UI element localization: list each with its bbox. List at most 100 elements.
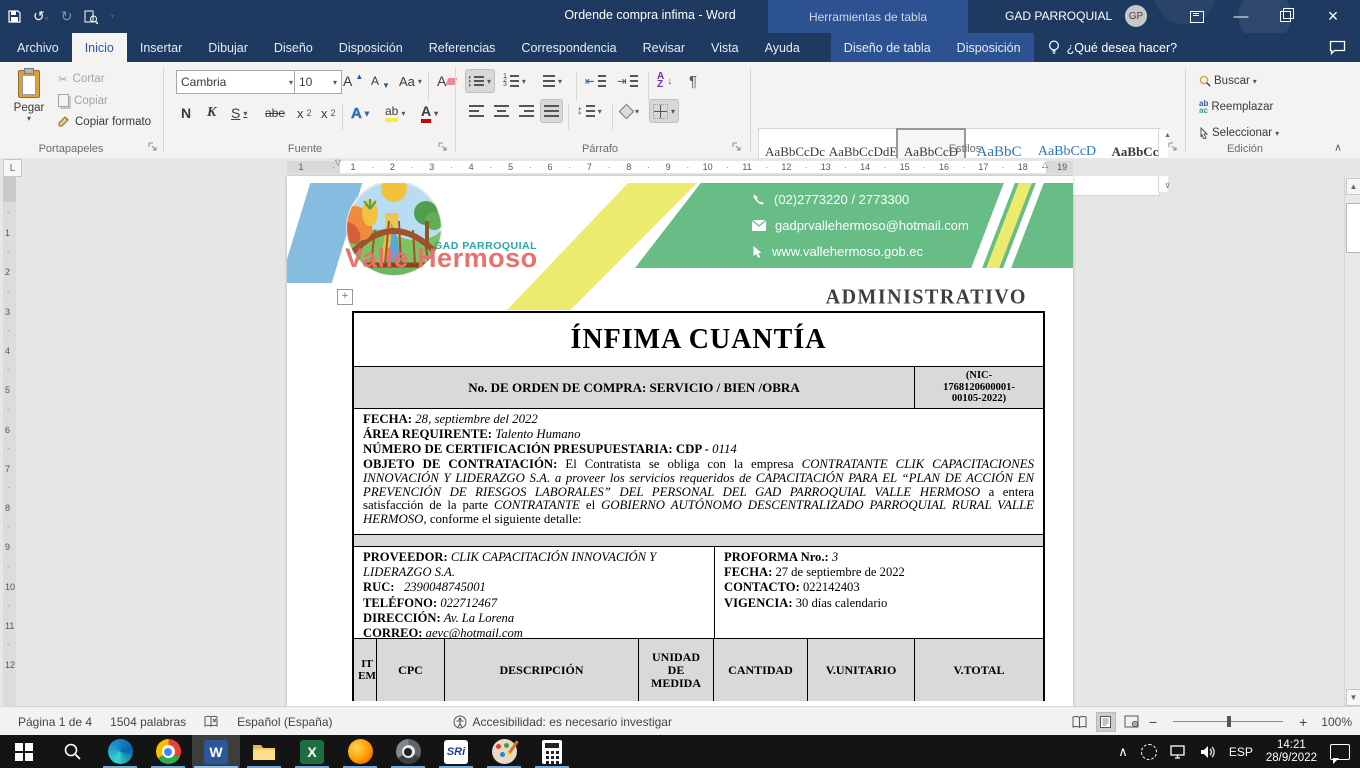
taskbar-sri-icon[interactable]: SRi [432, 735, 480, 768]
tab-insertar[interactable]: Insertar [127, 33, 195, 62]
print-preview-icon[interactable] [84, 10, 98, 24]
taskbar-paint-icon[interactable] [480, 735, 528, 768]
tab-dibujar[interactable]: Dibujar [195, 33, 261, 62]
tab-selector[interactable]: L [3, 159, 22, 177]
zoom-level[interactable]: 100% [1321, 715, 1352, 729]
styles-dialog-launcher[interactable] [1168, 142, 1180, 154]
paragraph-dialog-launcher[interactable] [732, 142, 744, 154]
multilevel-list-button[interactable]: ▾ [540, 70, 565, 92]
align-left-button[interactable] [466, 100, 487, 122]
print-layout-button[interactable] [1097, 713, 1115, 731]
bullets-button[interactable]: ▾ [466, 70, 494, 92]
find-button[interactable]: Buscar▾ [1196, 70, 1260, 92]
line-spacing-button[interactable]: ↕▾ [574, 100, 605, 122]
read-mode-button[interactable] [1071, 713, 1089, 731]
volume-icon[interactable] [1200, 745, 1216, 759]
superscript-button[interactable]: x2 [318, 102, 339, 124]
highlight-button[interactable]: ab▾ [382, 102, 408, 124]
tab-revisar[interactable]: Revisar [630, 33, 698, 62]
tab-vista[interactable]: Vista [698, 33, 752, 62]
sort-button[interactable]: AZ↓ [654, 70, 675, 92]
language-tray[interactable]: ESP [1229, 745, 1253, 759]
restore-button[interactable] [1268, 0, 1302, 33]
tab-inicio[interactable]: Inicio [72, 33, 127, 62]
tab-ayuda[interactable]: Ayuda [752, 33, 813, 62]
start-button[interactable] [0, 735, 48, 768]
select-button[interactable]: Seleccionar▾ [1196, 122, 1282, 144]
taskbar-explorer-icon[interactable] [240, 735, 288, 768]
taskbar-word-icon[interactable]: W [192, 735, 240, 768]
show-marks-button[interactable]: ¶ [686, 70, 700, 92]
tab-archivo[interactable]: Archivo [4, 33, 72, 62]
scrollbar-thumb[interactable] [1346, 203, 1360, 253]
replace-button[interactable]: abacReemplazar [1196, 96, 1276, 118]
paste-dropdown-icon[interactable]: ▾ [8, 114, 50, 123]
tray-snip-icon[interactable] [1141, 744, 1157, 760]
taskbar-firefox-icon[interactable] [336, 735, 384, 768]
language-indicator[interactable]: Español (España) [237, 715, 332, 729]
justify-button[interactable] [541, 100, 562, 122]
tab-diseno-de-tabla[interactable]: Diseño de tabla [831, 33, 944, 62]
text-effects-button[interactable]: A▾ [348, 102, 372, 124]
order-table[interactable]: ÍNFIMA CUANTÍA No. DE ORDEN DE COMPRA: S… [352, 311, 1045, 701]
taskbar-search-button[interactable] [48, 735, 96, 768]
undo-button[interactable]: ↺▾ [33, 8, 49, 25]
subscript-button[interactable]: x2 [294, 102, 315, 124]
table-move-handle[interactable]: + [337, 289, 353, 305]
taskbar-calculator-icon[interactable] [528, 735, 576, 768]
tab-disposicion[interactable]: Disposición [326, 33, 416, 62]
taskbar-chrome-profile-icon[interactable] [384, 735, 432, 768]
font-name-combo[interactable]: Cambria▾ [176, 70, 298, 94]
tab-disposicion-tabla[interactable]: Disposición [944, 33, 1034, 62]
network-icon[interactable] [1170, 745, 1187, 759]
page-indicator[interactable]: Página 1 de 4 [18, 715, 92, 729]
word-count[interactable]: 1504 palabras [110, 715, 186, 729]
shading-button[interactable]: ▾ [618, 100, 642, 122]
font-color-button[interactable]: A▾ [418, 102, 441, 124]
paste-button[interactable]: Pegar ▾ [8, 70, 50, 123]
align-center-button[interactable] [491, 100, 512, 122]
font-size-combo[interactable]: 10▾ [294, 70, 342, 94]
undo-dropdown-icon[interactable]: ▾ [45, 14, 49, 23]
clipboard-dialog-launcher[interactable] [148, 142, 160, 154]
tab-diseno[interactable]: Diseño [261, 33, 326, 62]
shrink-font-button[interactable]: A▼ [368, 70, 393, 92]
taskbar-excel-icon[interactable]: X [288, 735, 336, 768]
strikethrough-button[interactable]: abe [262, 102, 288, 124]
close-button[interactable]: × [1316, 0, 1350, 33]
font-dialog-launcher[interactable] [438, 142, 450, 154]
underline-button[interactable]: S▾ [228, 102, 250, 124]
web-layout-button[interactable] [1123, 713, 1141, 731]
ribbon-display-options-button[interactable] [1180, 0, 1214, 33]
save-icon[interactable] [8, 10, 21, 23]
minimize-button[interactable]: — [1224, 0, 1258, 33]
clock[interactable]: 14:2128/9/2022 [1266, 739, 1317, 765]
increase-indent-button[interactable]: ⇥ [614, 70, 641, 92]
borders-button[interactable]: ▾ [650, 100, 678, 122]
proofing-icon[interactable] [204, 715, 219, 728]
vertical-ruler[interactable]: 1-2-3-4-5-6-7-8-9-10-11-12- [3, 176, 16, 706]
taskbar-edge-icon[interactable] [96, 735, 144, 768]
italic-button[interactable]: K [204, 102, 219, 124]
taskbar-chrome-icon[interactable] [144, 735, 192, 768]
collapse-ribbon-icon[interactable]: ∧ [1334, 141, 1342, 154]
document-page[interactable]: (02)2773220 / 2773300 gadprvallehermoso@… [287, 176, 1073, 706]
align-right-button[interactable] [516, 100, 537, 122]
zoom-in-button[interactable]: + [1299, 714, 1307, 730]
qat-customize-icon[interactable]: ▾ [110, 12, 114, 21]
numbering-button[interactable]: 123▾ [500, 70, 529, 92]
avatar[interactable]: GP [1125, 5, 1147, 27]
notification-center-icon[interactable] [1330, 744, 1350, 760]
scroll-down-button[interactable]: ▼ [1346, 689, 1360, 706]
horizontal-ruler[interactable]: 1 ▽ △ 1·2·3·4·5·6·7·8·9·10·11·12·13·14·1… [287, 161, 1073, 173]
vertical-scrollbar[interactable]: ▲ ▼ [1344, 176, 1360, 706]
zoom-out-button[interactable]: − [1149, 714, 1157, 730]
tell-me-box[interactable]: ¿Qué desea hacer? [1034, 33, 1192, 62]
zoom-slider[interactable] [1173, 721, 1283, 722]
grow-font-button[interactable]: A▲ [340, 70, 366, 92]
zoom-slider-thumb[interactable] [1227, 716, 1231, 727]
bold-button[interactable]: N [178, 102, 194, 124]
format-painter-button[interactable]: Copiar formato [58, 116, 151, 128]
decrease-indent-button[interactable]: ⇤ [582, 70, 609, 92]
accessibility-status[interactable]: Accesibilidad: es necesario investigar [453, 715, 672, 729]
